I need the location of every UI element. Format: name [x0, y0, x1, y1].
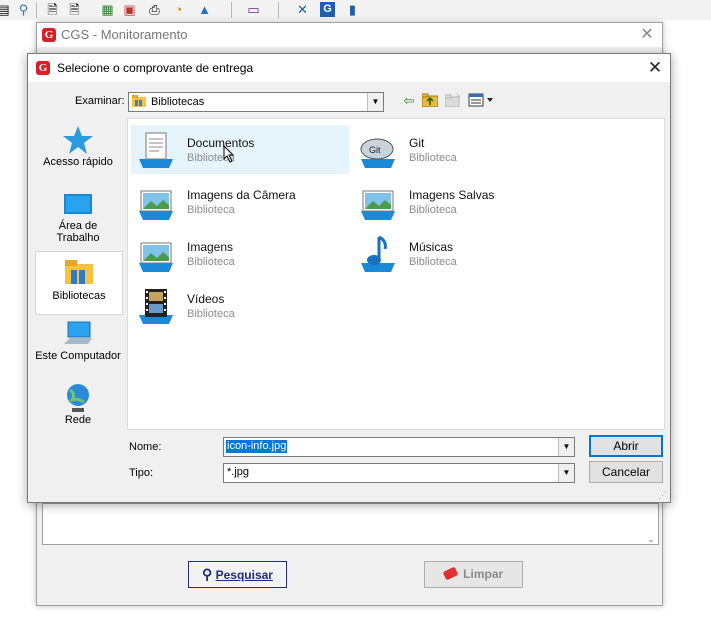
- place-network-label: Rede: [64, 414, 92, 426]
- new-folder-icon[interactable]: [444, 92, 462, 109]
- item-name: Imagens da Câmera: [187, 188, 296, 202]
- place-quick-access[interactable]: Acesso rápido: [35, 124, 121, 180]
- documents-library-icon: [137, 131, 175, 169]
- dialog-titlebar: G Selecione o comprovante de entrega ✕: [28, 54, 670, 82]
- search-button[interactable]: ⚲ Pesquisar: [188, 561, 287, 588]
- look-in-combo[interactable]: Bibliotecas ▼: [128, 92, 384, 112]
- open-button[interactable]: Abrir: [589, 435, 663, 457]
- svg-text:Git: Git: [369, 145, 381, 155]
- eraser-icon: [442, 566, 459, 581]
- filetype-label: Tipo:: [129, 467, 154, 479]
- item-name: Músicas: [409, 240, 454, 254]
- mouse-cursor-icon: [223, 144, 235, 166]
- look-in-label: Examinar:: [75, 95, 125, 107]
- videos-library-icon: [137, 287, 175, 325]
- dialog-close-button[interactable]: ✕: [644, 57, 666, 79]
- chevron-down-icon[interactable]: ▼: [367, 93, 383, 111]
- background-window-titlebar: G CGS - Monitoramento ✕: [37, 23, 662, 47]
- doc-report-icon[interactable]: ▦: [100, 2, 115, 17]
- printer-icon[interactable]: ⎙: [147, 2, 162, 17]
- place-desktop-label: Área de Trabalho: [56, 220, 100, 244]
- filename-label: Nome:: [129, 441, 162, 453]
- filename-value: icon-info.jpg: [226, 440, 288, 453]
- search-button-label: Pesquisar: [215, 568, 273, 582]
- back-arrow-icon[interactable]: ⇦: [400, 93, 418, 109]
- camera-roll-library-icon: [137, 183, 175, 221]
- list-item[interactable]: Imagens Salvas Biblioteca: [353, 177, 571, 226]
- item-name: Documentos: [187, 136, 255, 150]
- list-item[interactable]: Músicas Biblioteca: [353, 229, 571, 278]
- look-in-value: Bibliotecas: [151, 96, 205, 108]
- cgs-logo-icon: G: [42, 28, 56, 42]
- item-type: Biblioteca: [409, 256, 457, 268]
- binoculars-icon[interactable]: ⚲: [16, 2, 31, 17]
- file-icon[interactable]: ▮: [345, 2, 360, 17]
- search-icon: ⚲: [202, 566, 213, 582]
- chevron-down-icon[interactable]: ▼: [558, 438, 574, 456]
- document-icon[interactable]: ▤: [0, 2, 11, 17]
- place-libraries-label: Bibliotecas: [52, 290, 106, 302]
- filetype-select[interactable]: *.jpg ▼: [223, 463, 575, 483]
- doc-gear-icon[interactable]: 🗎: [67, 2, 82, 17]
- list-item[interactable]: Git Git Biblioteca: [353, 125, 571, 174]
- item-type: Biblioteca: [187, 308, 235, 320]
- item-type: Biblioteca: [187, 204, 235, 216]
- place-network[interactable]: Rede: [35, 382, 121, 438]
- saved-pictures-library-icon: [359, 183, 397, 221]
- libraries-icon: [63, 256, 95, 288]
- item-type: Biblioteca: [187, 256, 235, 268]
- place-desktop[interactable]: Área de Trabalho: [35, 188, 121, 246]
- pie-chart-icon[interactable]: ◔: [171, 2, 186, 17]
- item-type: Biblioteca: [409, 152, 457, 164]
- dialog-title: Selecione o comprovante de entrega: [57, 61, 254, 75]
- filetype-value: *.jpg: [227, 466, 250, 478]
- background-window-close-button[interactable]: ✕: [637, 25, 657, 45]
- place-quick-access-label: Acesso rápido: [43, 156, 113, 168]
- list-item[interactable]: Imagens da Câmera Biblioteca: [131, 177, 349, 226]
- doc-export-icon[interactable]: ▣: [122, 2, 137, 17]
- computer-icon: [62, 318, 94, 350]
- tools-icon[interactable]: ✕: [295, 2, 310, 17]
- item-name: Imagens: [187, 240, 234, 254]
- list-item[interactable]: Vídeos Biblioteca: [131, 281, 349, 330]
- file-list-pane[interactable]: Documentos Biblioteca Git Git Biblioteca…: [127, 118, 665, 430]
- music-library-icon: [359, 235, 397, 273]
- list-item[interactable]: Documentos Biblioteca: [131, 125, 349, 174]
- cgs-logo-icon: G: [36, 61, 50, 75]
- item-name: Imagens Salvas: [409, 188, 495, 202]
- monitor-icon[interactable]: ▭: [246, 2, 261, 17]
- network-icon: [62, 382, 94, 414]
- places-bar: Acesso rápido Área de Trabalho Bibliotec…: [35, 118, 123, 428]
- bell-icon[interactable]: ▲: [197, 2, 212, 17]
- git-library-icon: Git: [359, 131, 397, 169]
- chevron-down-icon[interactable]: ▼: [558, 464, 574, 482]
- up-folder-icon[interactable]: [421, 93, 439, 109]
- cancel-button[interactable]: Cancelar: [589, 461, 663, 483]
- background-window-title: CGS - Monitoramento: [61, 27, 188, 42]
- doc-search-icon[interactable]: 🗎: [45, 2, 60, 17]
- background-list[interactable]: ⌄: [42, 503, 659, 545]
- clear-button-label: Limpar: [463, 567, 504, 581]
- libraries-icon: [132, 95, 146, 107]
- resize-grip-icon[interactable]: ⋰: [658, 490, 668, 500]
- clear-button[interactable]: Limpar: [424, 561, 523, 588]
- star-icon: [62, 124, 94, 156]
- item-type: Biblioteca: [409, 204, 457, 216]
- item-name: Git: [409, 136, 425, 150]
- item-name: Vídeos: [187, 292, 225, 306]
- list-item[interactable]: Imagens Biblioteca: [131, 229, 349, 278]
- cgs-icon[interactable]: G: [320, 2, 335, 17]
- scroll-down-icon[interactable]: ⌄: [645, 504, 657, 544]
- filename-field[interactable]: icon-info.jpg ▼: [223, 437, 575, 457]
- file-open-dialog: G Selecione o comprovante de entrega ✕ E…: [27, 53, 671, 503]
- view-menu-icon[interactable]: [468, 93, 496, 109]
- place-libraries[interactable]: Bibliotecas: [35, 251, 123, 315]
- pictures-library-icon: [137, 235, 175, 273]
- place-this-pc[interactable]: Este Computador: [35, 318, 121, 376]
- desktop-icon: [62, 188, 94, 220]
- place-this-pc-label: Este Computador: [35, 350, 121, 362]
- app-toolbar: ▤ ⚲ 🗎 🗎 ▦ ▣ ⎙ ◔ ▲ ▭ ✕ G ▮: [0, 0, 711, 20]
